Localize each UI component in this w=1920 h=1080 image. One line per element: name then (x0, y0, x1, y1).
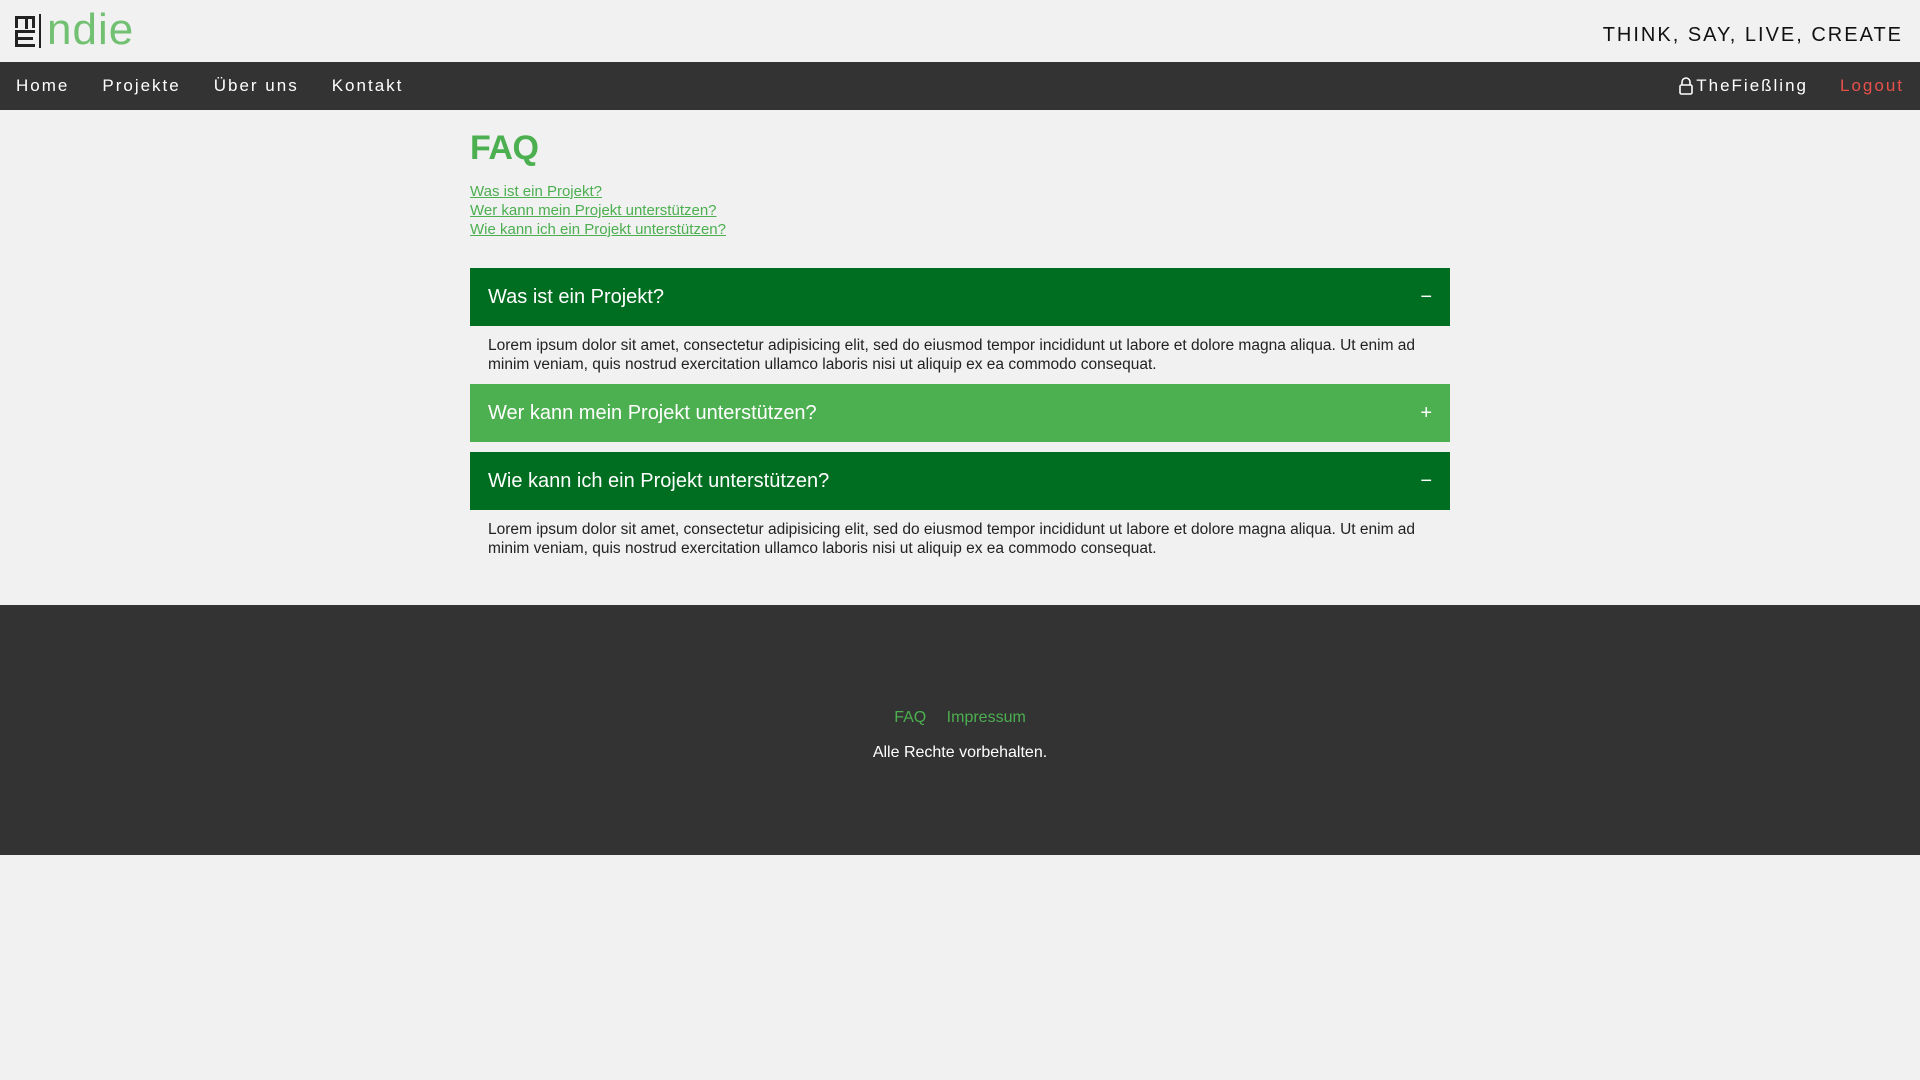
faq-answer: Lorem ipsum dolor sit amet, consectetur … (488, 337, 1416, 373)
faq-answer: Lorem ipsum dolor sit amet, consectetur … (488, 521, 1416, 557)
faq-question: Was ist ein Projekt? (488, 285, 664, 308)
faq-accordion: Was ist ein Projekt? − Lorem ipsum dolor… (470, 268, 1450, 568)
user-menu[interactable]: TheFießling (1678, 76, 1808, 96)
faq-question: Wie kann ich ein Projekt unterstützen? (488, 469, 830, 492)
tagline: THINK, SAY, LIVE, CREATE (1602, 24, 1903, 46)
faq-question: Wer kann mein Projekt unterstützen? (488, 401, 817, 424)
footer: FAQ Impressum Alle Rechte vorbehalten. (0, 605, 1920, 855)
footer-copyright: Alle Rechte vorbehalten. (872, 744, 1048, 761)
logout-link[interactable]: Logout (1840, 76, 1904, 96)
username: TheFießling (1696, 76, 1808, 95)
user-icon (1679, 77, 1694, 95)
expand-icon: + (1420, 401, 1432, 424)
collapse-icon: − (1420, 285, 1432, 308)
faq-header-was-ist-projekt[interactable]: Was ist ein Projekt? − (470, 268, 1450, 326)
toc-link-wie-kann-unterstuetzen[interactable]: Wie kann ich ein Projekt unterstützen? (470, 220, 1450, 239)
page-title: FAQ (470, 129, 539, 167)
nav-item-projekte[interactable]: Projekte (102, 76, 180, 96)
toc-link-wer-kann-unterstuetzen[interactable]: Wer kann mein Projekt unterstützen? (470, 201, 1450, 220)
nav-item-home[interactable]: Home (16, 76, 69, 96)
nav-item-ueber-uns[interactable]: Über uns (214, 76, 299, 96)
logo-text: ndie (47, 5, 135, 54)
footer-link-faq[interactable]: FAQ (894, 709, 926, 726)
main-nav: Home Projekte Über uns Kontakt TheFießli… (0, 62, 1920, 110)
collapse-icon: − (1420, 469, 1432, 492)
toc-link-was-ist-projekt[interactable]: Was ist ein Projekt? (470, 182, 1450, 201)
top-bar: ndie THINK, SAY, LIVE, CREATE (0, 0, 1920, 62)
nav-item-kontakt[interactable]: Kontakt (332, 76, 404, 96)
main-content: FAQ Was ist ein Projekt? Wer kann mein P… (470, 110, 1450, 568)
site-logo[interactable]: ndie (15, 8, 134, 52)
footer-links: FAQ Impressum (0, 709, 1920, 727)
footer-link-impressum[interactable]: Impressum (947, 709, 1026, 726)
logo-mark-icon (15, 12, 43, 48)
faq-header-wer-kann-unterstuetzen[interactable]: Wer kann mein Projekt unterstützen? + (470, 384, 1450, 442)
faq-header-wie-kann-unterstuetzen[interactable]: Wie kann ich ein Projekt unterstützen? − (470, 452, 1450, 510)
faq-toc: Was ist ein Projekt? Wer kann mein Proje… (470, 182, 1450, 239)
